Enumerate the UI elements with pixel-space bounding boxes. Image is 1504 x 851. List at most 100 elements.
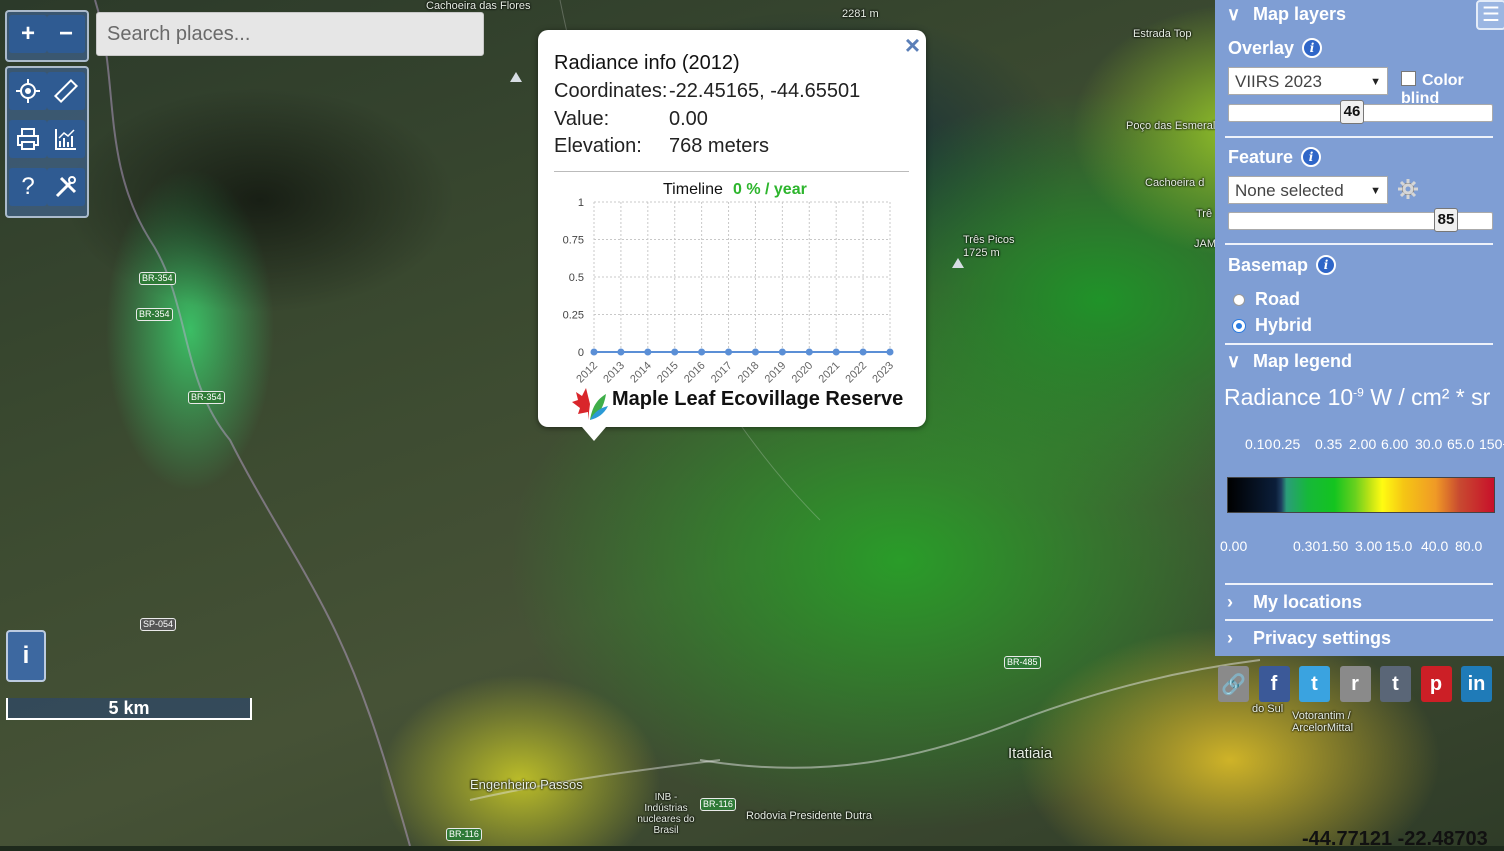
data-point: [778, 348, 786, 356]
chevron-down-icon: ∨: [1227, 4, 1241, 24]
road-shield: BR-354: [139, 272, 176, 285]
map-legend-header[interactable]: ∨ Map legend: [1227, 351, 1352, 372]
zoom-in-button[interactable]: +: [9, 15, 47, 53]
radio-hybrid[interactable]: [1233, 319, 1245, 332]
panel-divider: [1225, 136, 1493, 138]
slider-knob[interactable]: 85: [1434, 208, 1458, 232]
x-tick-label: 2016: [682, 360, 708, 386]
legend-top-tick: 65.0: [1447, 436, 1475, 452]
print-button[interactable]: [9, 120, 47, 158]
basemap-option-hybrid[interactable]: Hybrid: [1233, 315, 1312, 336]
privacy-title: Privacy settings: [1253, 628, 1392, 648]
map-legend-title: Map legend: [1253, 351, 1353, 371]
locate-button[interactable]: [9, 72, 47, 110]
chart-button[interactable]: [47, 120, 85, 158]
my-locations-header[interactable]: › My locations: [1227, 592, 1362, 613]
layers-panel: ∨ Map layers Overlay i VIIRS 2023 ▼ Color b…: [1215, 0, 1504, 656]
info-button[interactable]: i: [6, 630, 46, 682]
data-point: [698, 348, 706, 356]
tools-button[interactable]: [47, 168, 85, 206]
radiance-popup: × Radiance info (2012) Coordinates:-22.4…: [538, 30, 926, 441]
gear-icon[interactable]: [1397, 178, 1419, 200]
data-point: [886, 348, 894, 356]
basemap-option-road[interactable]: Road: [1233, 289, 1300, 310]
y-tick-label: 1: [578, 197, 584, 209]
chevron-down-icon: ∨: [1227, 351, 1241, 371]
y-tick-label: 0.25: [563, 310, 584, 322]
tool-controls: ?: [5, 66, 89, 218]
map-label-inb: INB - Indústrias nucleares do Brasil: [637, 792, 695, 836]
legend-title-exponent: -9: [1353, 385, 1364, 400]
legend-title: Radiance 10-9 W / cm² * sr: [1224, 384, 1490, 411]
map-label-itatiaia: Itatiaia: [1008, 745, 1053, 762]
tools-icon: [55, 176, 77, 198]
map-label-cachoeira-right: Cachoeira d: [1145, 177, 1205, 189]
legend-top-tick: 30.0: [1415, 436, 1443, 452]
map-label-do-sul: do Sul: [1252, 703, 1284, 715]
tumblr-icon[interactable]: t: [1380, 666, 1411, 702]
map-label-cachoeira: Cachoeira das Flores: [426, 0, 531, 12]
map-layers-header[interactable]: ∨ Map layers: [1227, 4, 1346, 25]
slider-knob[interactable]: 46: [1340, 100, 1364, 124]
road-shield: BR-354: [136, 308, 173, 321]
road-shield: BR-485: [1004, 656, 1041, 669]
measure-button[interactable]: [47, 72, 85, 110]
overlay-opacity-slider[interactable]: 46: [1228, 100, 1493, 124]
menu-icon[interactable]: ☰: [1476, 0, 1504, 30]
legend-top-tick: 0.25: [1273, 436, 1301, 452]
feature-opacity-slider[interactable]: 85: [1228, 208, 1493, 232]
color-blind-toggle[interactable]: Color blind: [1401, 71, 1504, 108]
help-button[interactable]: ?: [9, 168, 47, 206]
panel-divider: [1225, 243, 1493, 245]
road-shield: SP-054: [140, 618, 177, 631]
road-shield: BR-354: [188, 391, 225, 404]
twitter-icon[interactable]: t: [1299, 666, 1330, 702]
link-icon[interactable]: 🔗: [1218, 666, 1249, 702]
x-tick-label: 2018: [736, 360, 762, 386]
info-icon[interactable]: i: [1316, 255, 1337, 275]
legend-top-tick: 150+: [1479, 436, 1504, 452]
cursor-coordinates: -44.77121 -22.48703: [1302, 828, 1488, 850]
x-tick-label: 2015: [655, 360, 681, 386]
feature-select-value: None selected: [1235, 181, 1344, 200]
feature-heading: Feature i: [1228, 147, 1322, 168]
peak-icon: [510, 72, 522, 82]
reddit-icon[interactable]: r: [1339, 666, 1371, 702]
legend-top-tick: 6.00: [1381, 436, 1409, 452]
road-label: Road: [1255, 289, 1300, 309]
overlay-title: Overlay: [1228, 38, 1295, 58]
chevron-right-icon: ›: [1227, 592, 1233, 612]
scale-bar: 5 km: [6, 698, 252, 720]
overlay-select-value: VIIRS 2023: [1235, 72, 1322, 91]
map-label-peak: 2281 m: [842, 8, 879, 20]
pinterest-icon[interactable]: p: [1420, 666, 1452, 702]
x-tick-label: 2023: [870, 360, 896, 386]
road-shield: BR-116: [700, 798, 736, 811]
facebook-icon[interactable]: f: [1258, 666, 1290, 702]
y-tick-label: 0.75: [563, 235, 584, 247]
legend-bottom-tick: 15.0: [1385, 538, 1413, 554]
close-icon[interactable]: ×: [905, 32, 920, 58]
popup-title: Radiance info (2012): [554, 52, 740, 74]
color-blind-checkbox[interactable]: [1401, 71, 1416, 86]
legend-bottom-tick: 40.0: [1421, 538, 1449, 554]
legend-title-unit: W / cm² * sr: [1363, 384, 1491, 410]
info-icon[interactable]: i: [1301, 147, 1322, 167]
info-icon[interactable]: i: [1302, 38, 1323, 58]
feature-select[interactable]: None selected ▼: [1228, 176, 1388, 204]
linkedin-icon[interactable]: in: [1461, 666, 1492, 702]
legend-top-tick: 2.00: [1349, 436, 1377, 452]
chevron-right-icon: ›: [1227, 628, 1233, 648]
legend-top-tick: 0.10: [1245, 436, 1273, 452]
overlay-select[interactable]: VIIRS 2023 ▼: [1228, 67, 1388, 95]
zoom-controls: + −: [5, 10, 89, 62]
data-point: [725, 348, 733, 356]
legend-top-tick: 0.35: [1315, 436, 1343, 452]
radio-road[interactable]: [1233, 293, 1245, 306]
value-value: 0.00: [669, 108, 708, 130]
privacy-header[interactable]: › Privacy settings: [1227, 628, 1391, 649]
zoom-out-button[interactable]: −: [47, 15, 85, 53]
legend-bottom-tick: 3.00: [1355, 538, 1383, 554]
search-input[interactable]: [96, 12, 484, 56]
dropdown-caret-icon: ▼: [1370, 76, 1381, 88]
